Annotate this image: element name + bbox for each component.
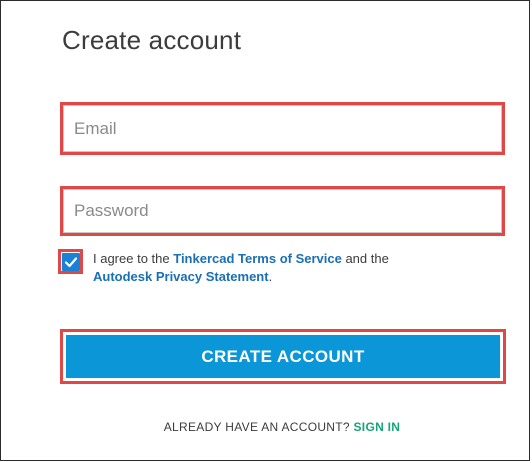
page-title: Create account xyxy=(62,25,242,55)
privacy-statement-link[interactable]: Autodesk Privacy Statement xyxy=(93,269,269,284)
agree-checkbox-highlight xyxy=(58,249,83,274)
agree-text: I agree to the Tinkercad Terms of Servic… xyxy=(93,250,483,286)
password-field-highlight xyxy=(60,186,505,236)
agree-text-before: I agree to the xyxy=(93,251,174,266)
signin-row: ALREADY HAVE AN ACCOUNT? SIGN IN xyxy=(1,420,532,434)
signin-prompt: ALREADY HAVE AN ACCOUNT? xyxy=(163,420,354,434)
create-account-button-highlight: CREATE ACCOUNT xyxy=(60,329,506,384)
email-field-highlight xyxy=(60,102,505,155)
terms-of-service-link[interactable]: Tinkercad Terms of Service xyxy=(173,251,342,266)
agree-text-after: . xyxy=(268,269,273,284)
password-field[interactable] xyxy=(63,189,502,233)
agree-checkbox[interactable] xyxy=(61,252,80,271)
sign-in-link[interactable]: SIGN IN xyxy=(354,420,401,434)
agree-text-middle: and the xyxy=(341,251,389,266)
create-account-panel: Create account I agree to the Tinkercad … xyxy=(0,0,530,461)
checkmark-icon xyxy=(64,256,77,267)
create-account-button[interactable]: CREATE ACCOUNT xyxy=(66,335,500,378)
email-field[interactable] xyxy=(63,105,502,152)
